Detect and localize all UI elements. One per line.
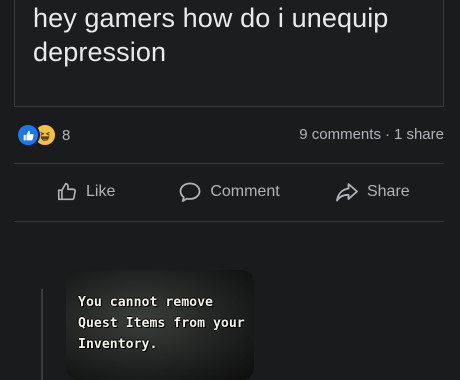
game-dialog-line: Inventory. (78, 337, 158, 352)
comment-button[interactable]: Comment (157, 181, 300, 203)
reactions-summary[interactable]: 8 (16, 123, 71, 147)
like-button[interactable]: Like (14, 181, 157, 203)
facebook-post: hey gamers how do i unequip depression 8… (0, 0, 460, 380)
comment-thread-line (41, 289, 43, 380)
share-button[interactable]: Share (301, 181, 444, 203)
reaction-count: 8 (62, 126, 71, 144)
comments-count[interactable]: 9 comments (299, 126, 381, 143)
post-text-box: hey gamers how do i unequip depression (14, 0, 444, 107)
comment-label: Comment (210, 183, 280, 200)
game-dialog-line: Quest Items from your (78, 316, 245, 331)
comment-bubble-icon (178, 181, 202, 203)
comment-image-game-screenshot[interactable]: You cannot remove Quest Items from your … (66, 270, 254, 380)
action-bar: Like Comment Share (14, 168, 444, 216)
post-text: hey gamers how do i unequip depression (33, 3, 389, 67)
game-dialog-text: You cannot remove Quest Items from your … (75, 290, 254, 359)
meta-separator: · (384, 126, 390, 143)
shares-count[interactable]: 1 share (394, 126, 444, 143)
share-arrow-icon (335, 181, 359, 203)
post-meta: 9 comments · 1 share (299, 126, 444, 143)
divider-top (14, 163, 444, 164)
thumbs-up-icon (56, 181, 78, 203)
divider-bottom (14, 221, 444, 222)
game-dialog-line: You cannot remove (78, 295, 213, 310)
like-reaction-icon (16, 123, 40, 147)
like-label: Like (85, 183, 116, 200)
share-label: Share (366, 183, 410, 200)
